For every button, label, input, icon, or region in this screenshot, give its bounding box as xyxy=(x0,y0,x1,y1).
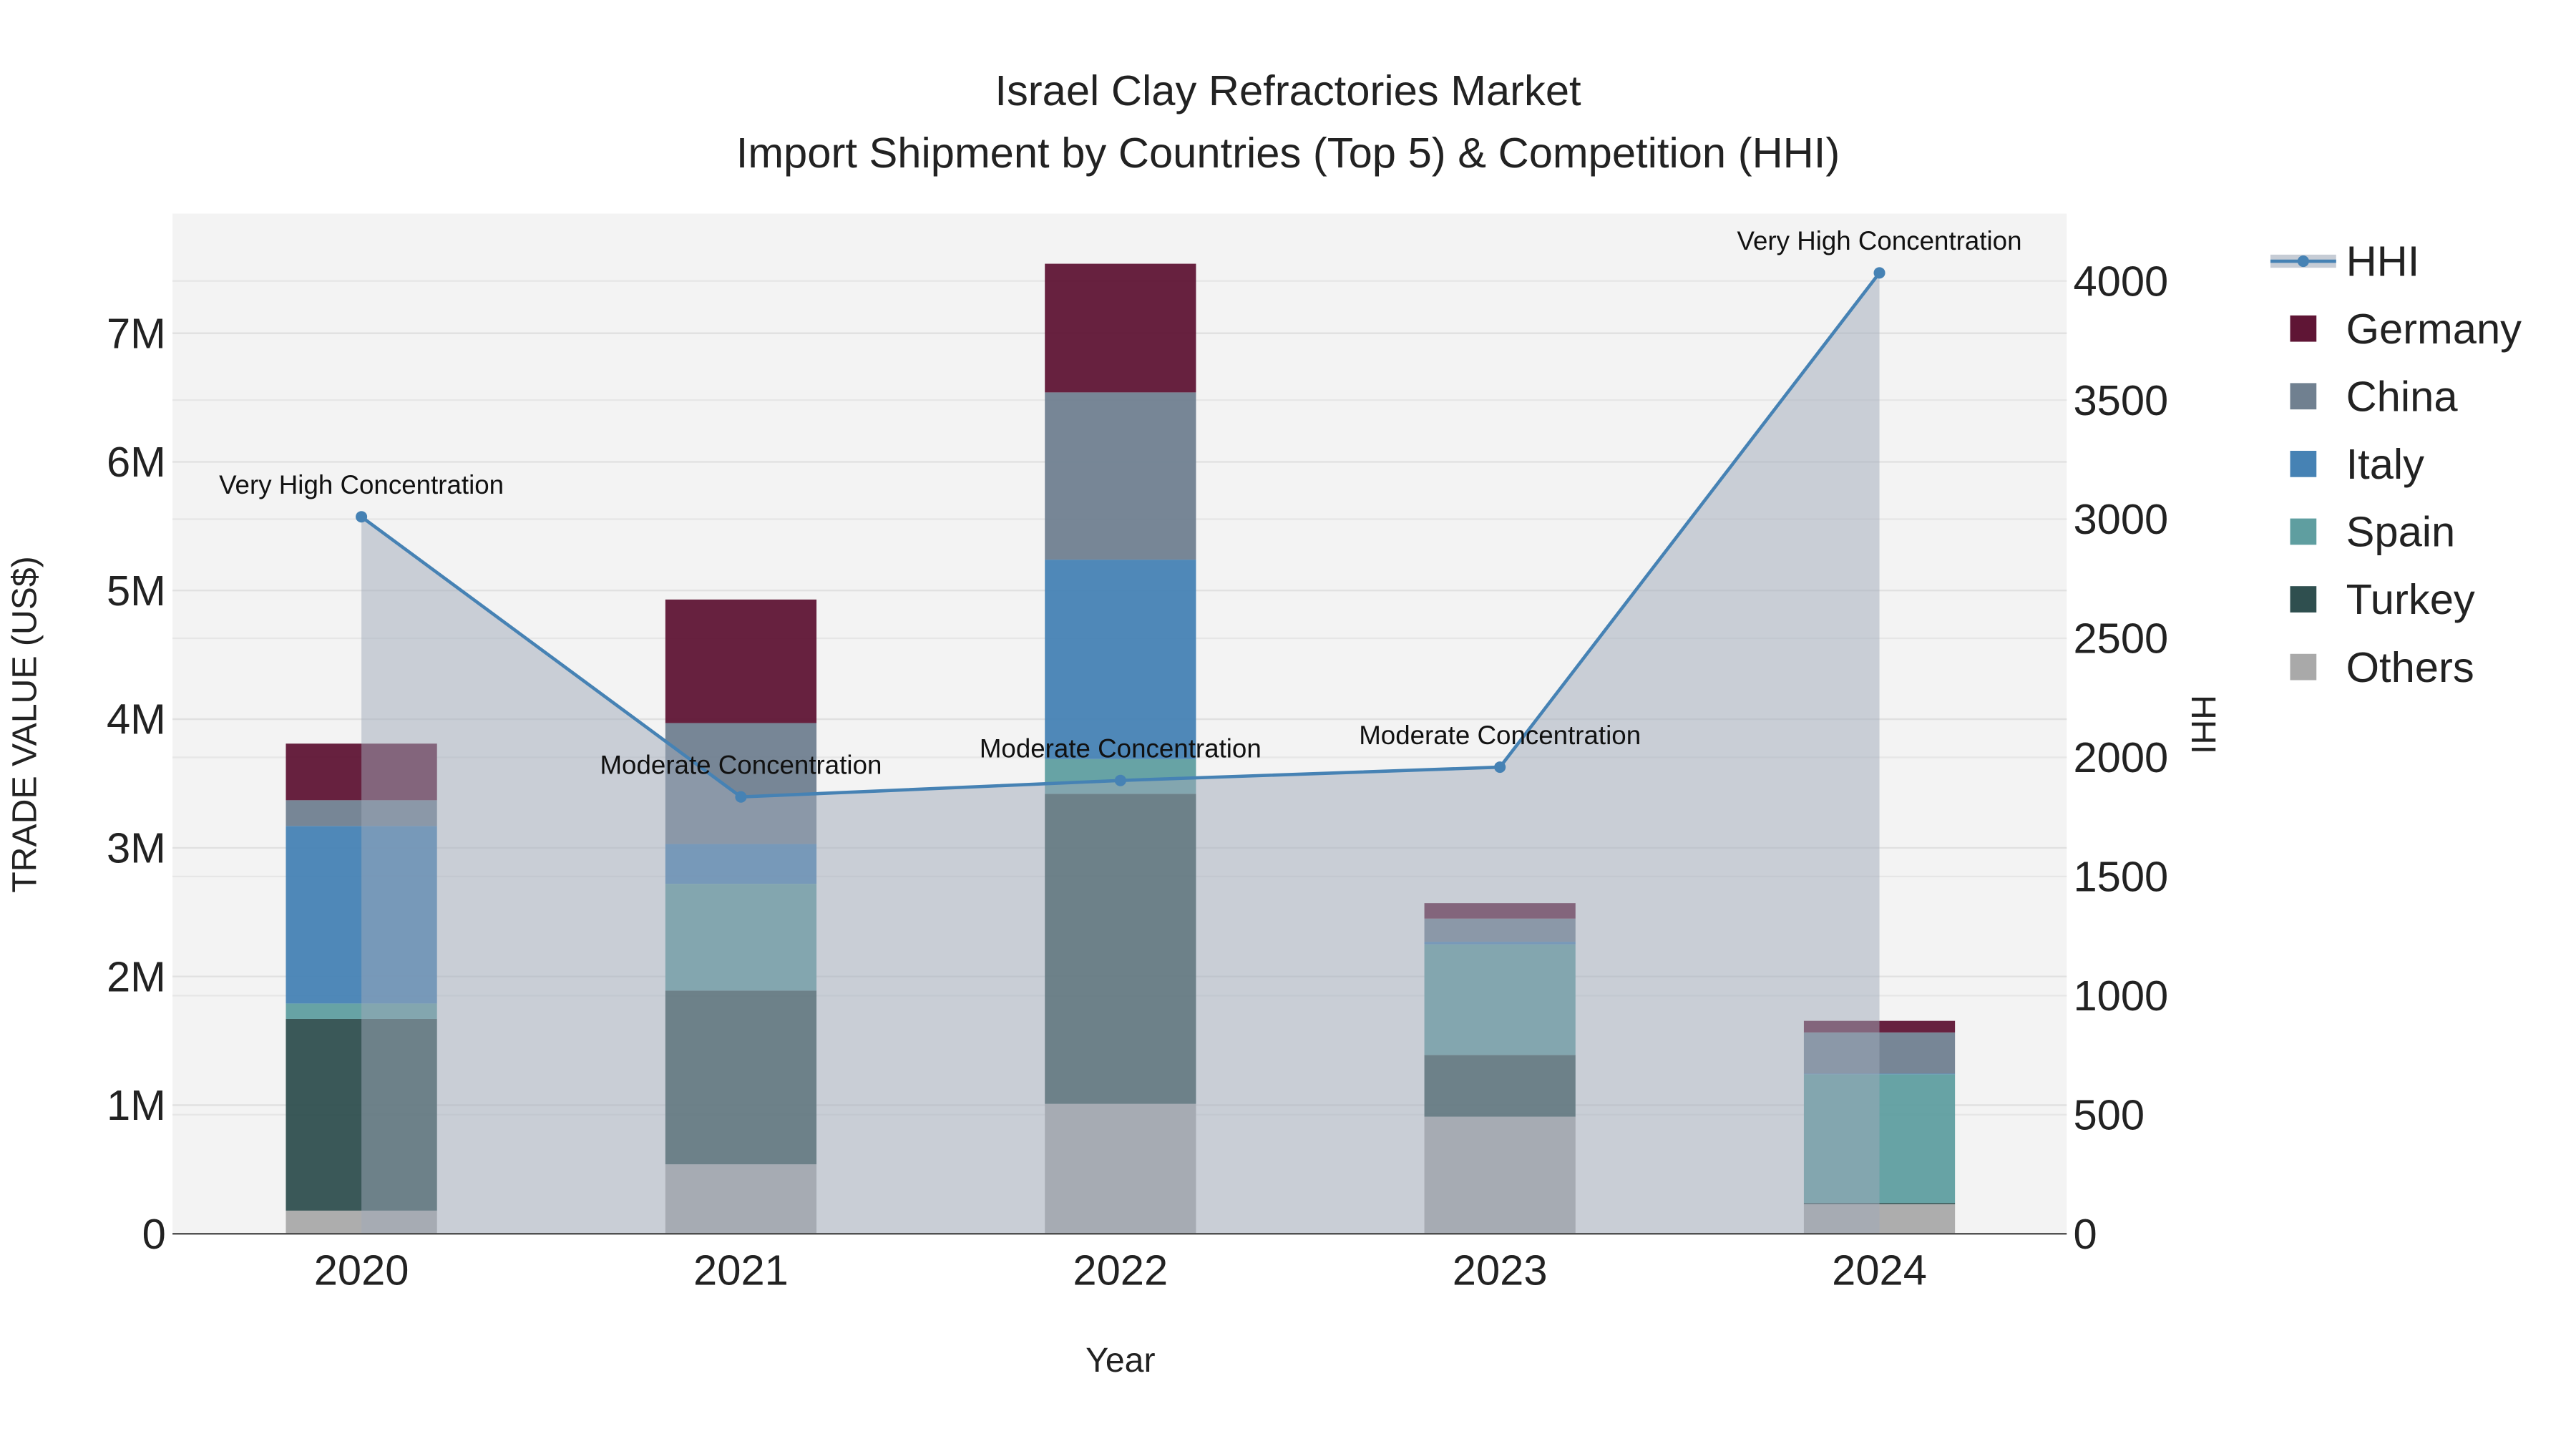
legend-label: Spain xyxy=(2346,508,2456,556)
legend-swatch-turkey xyxy=(2290,586,2317,613)
hhi-point xyxy=(735,791,747,803)
y2-tick-label: 4000 xyxy=(2073,257,2168,305)
bar-germany xyxy=(665,599,817,723)
bar-italy xyxy=(1045,560,1196,759)
y2-tick-label: 2000 xyxy=(2073,733,2168,781)
hhi-point xyxy=(356,511,368,523)
legend-label: Turkey xyxy=(2346,575,2475,623)
y-tick-label: 5M xyxy=(107,567,166,615)
legend-label: Italy xyxy=(2346,440,2425,488)
y-axis-ticks: 0 1M 2M 3M 4M 5M 6M 7M xyxy=(107,309,166,1258)
legend-swatch-germany xyxy=(2290,315,2317,342)
hhi-point xyxy=(1873,267,1885,279)
legend-swatch-italy xyxy=(2290,451,2317,477)
x-tick-label: 2024 xyxy=(1832,1246,1927,1294)
legend-label: China xyxy=(2346,372,2459,420)
legend-label: HHI xyxy=(2346,238,2420,286)
x-tick-label: 2021 xyxy=(693,1246,789,1294)
x-axis-ticks: 2020 2021 2022 2023 2024 xyxy=(314,1246,1927,1294)
y-tick-label: 7M xyxy=(107,309,166,357)
bar-germany xyxy=(1045,263,1196,393)
y-axis-title: TRADE VALUE (US$) xyxy=(6,556,44,893)
x-tick-label: 2020 xyxy=(314,1246,409,1294)
hhi-annotation: Moderate Concentration xyxy=(600,751,882,780)
hhi-annotation: Very High Concentration xyxy=(1737,226,2022,255)
y-tick-label: 2M xyxy=(107,952,166,1000)
legend-label: Others xyxy=(2346,643,2474,691)
hhi-annotation: Moderate Concentration xyxy=(1359,721,1641,750)
y2-axis-title: HHI xyxy=(2184,695,2223,754)
hhi-annotation: Very High Concentration xyxy=(219,470,504,499)
legend-swatch-spain xyxy=(2290,518,2317,545)
y2-tick-label: 0 xyxy=(2073,1210,2097,1258)
legend-hhi-marker xyxy=(2297,255,2309,268)
legend-swatch-others xyxy=(2290,653,2317,680)
legend-label: Germany xyxy=(2346,305,2522,353)
y2-tick-label: 2500 xyxy=(2073,615,2168,663)
x-tick-label: 2022 xyxy=(1073,1246,1168,1294)
legend-swatch-china xyxy=(2290,383,2317,410)
y2-axis-ticks: 0 500 1000 1500 2000 2500 3000 3500 4000 xyxy=(2073,257,2168,1258)
y2-tick-label: 1500 xyxy=(2073,853,2168,901)
chart-subtitle: Import Shipment by Countries (Top 5) & C… xyxy=(736,129,1840,177)
x-tick-label: 2023 xyxy=(1453,1246,1548,1294)
chart: Very High Concentration Moderate Concentr… xyxy=(6,67,2522,1380)
hhi-annotation: Moderate Concentration xyxy=(980,734,1262,763)
y-tick-label: 0 xyxy=(142,1210,166,1258)
chart-title: Israel Clay Refractories Market xyxy=(995,67,1581,114)
bar-china xyxy=(1045,392,1196,560)
y2-tick-label: 1000 xyxy=(2073,972,2168,1020)
y-tick-label: 6M xyxy=(107,438,166,486)
x-axis-title: Year xyxy=(1085,1341,1155,1380)
y2-tick-label: 500 xyxy=(2073,1091,2145,1138)
y2-tick-label: 3500 xyxy=(2073,376,2168,424)
legend: HHI Germany China Italy Spain Turkey Others xyxy=(2270,238,2522,691)
hhi-point xyxy=(1494,761,1506,774)
y-tick-label: 3M xyxy=(107,824,166,872)
hhi-point xyxy=(1114,774,1126,786)
y-tick-label: 4M xyxy=(107,696,166,743)
y2-tick-label: 3000 xyxy=(2073,495,2168,543)
y-tick-label: 1M xyxy=(107,1081,166,1129)
